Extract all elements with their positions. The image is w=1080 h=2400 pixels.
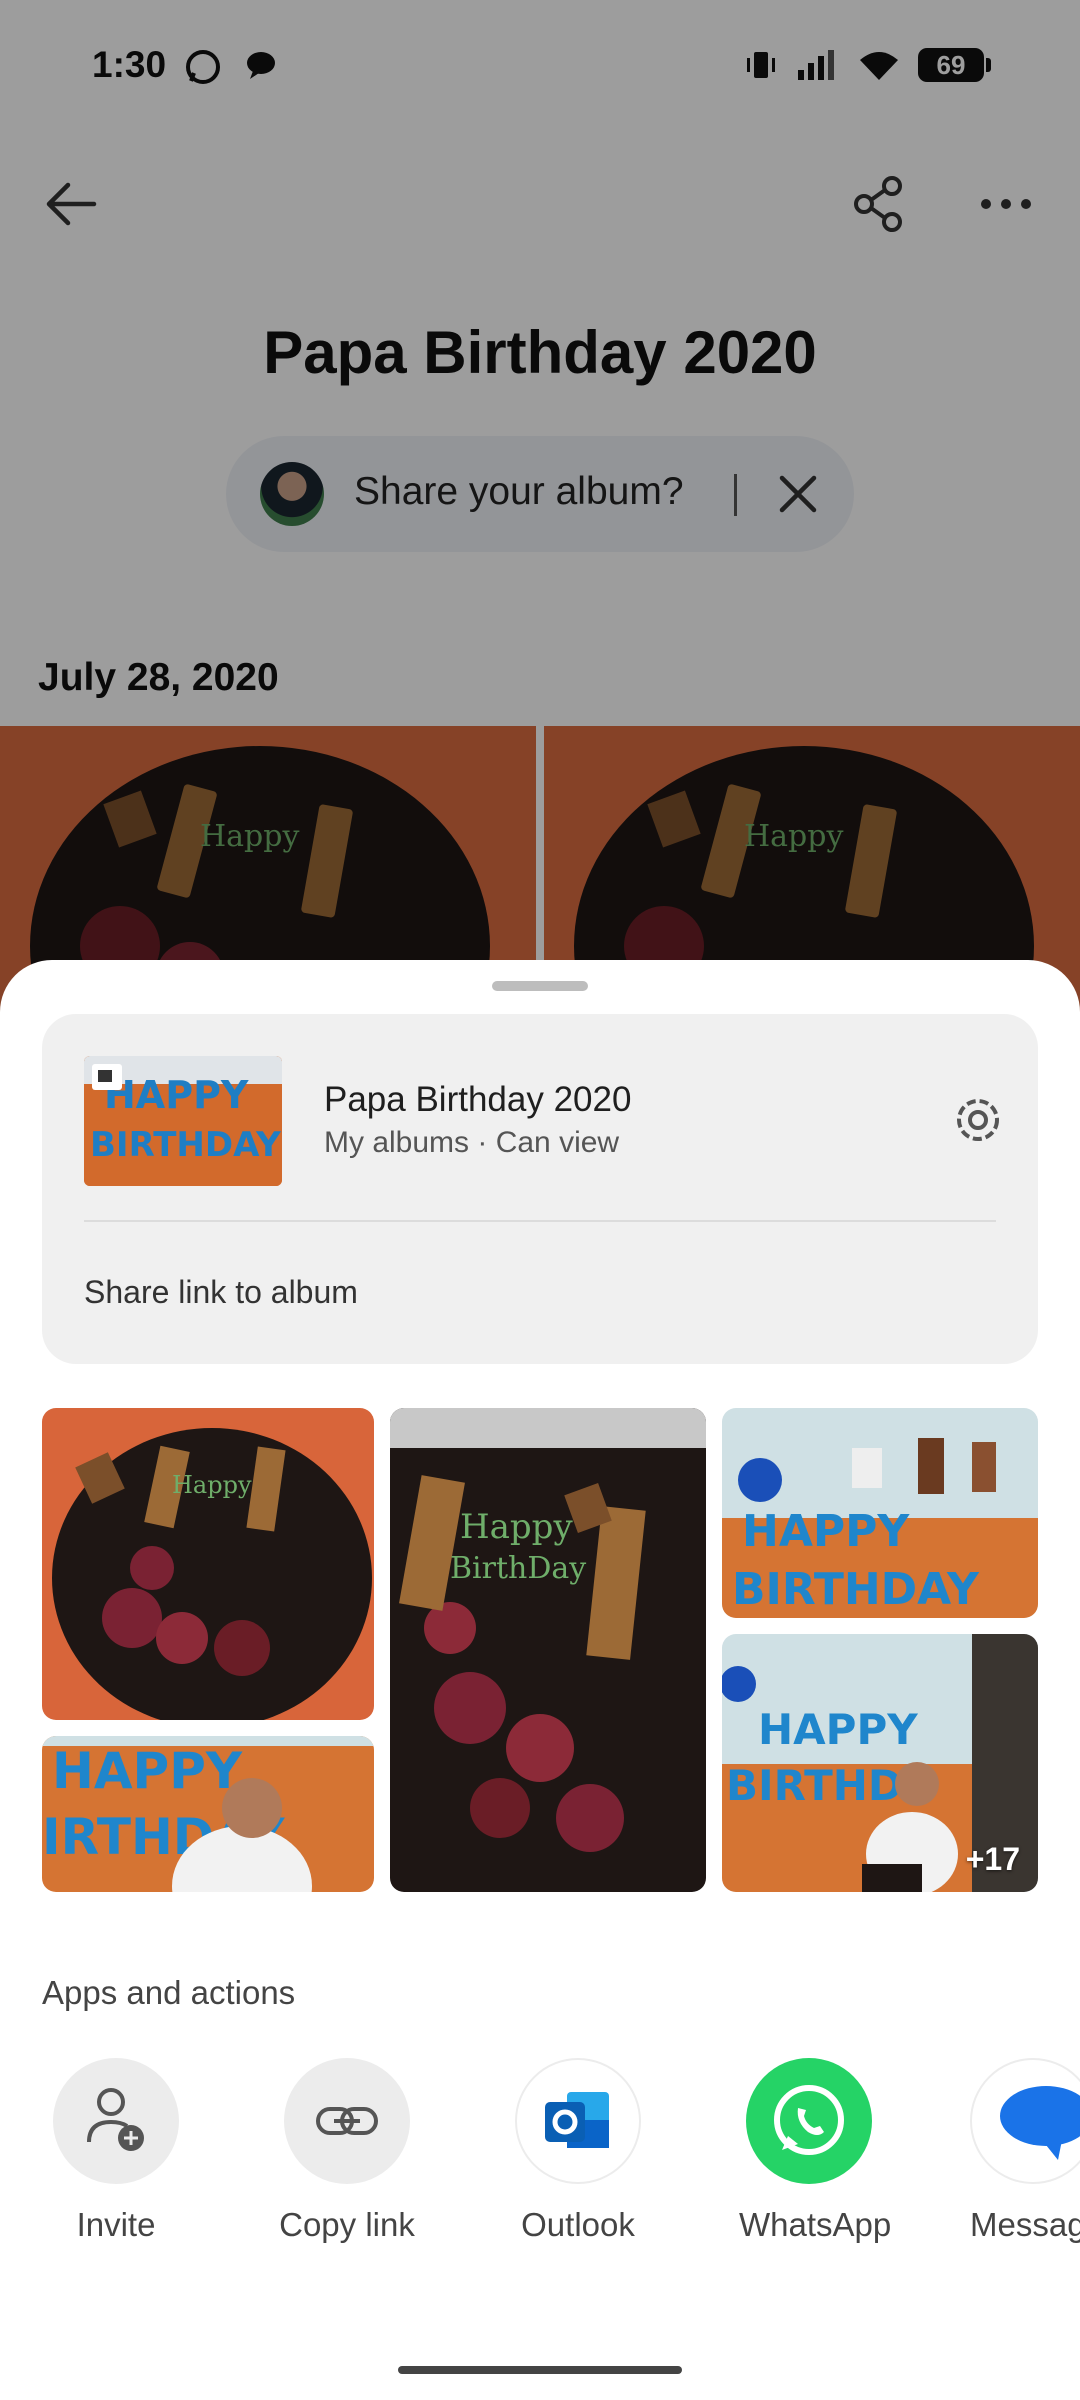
- apps-section-title: Apps and actions: [42, 1974, 296, 2011]
- gear-icon[interactable]: [948, 1090, 1008, 1150]
- svg-text:Happy: Happy: [460, 1507, 573, 1547]
- copy-link-button[interactable]: Copy link: [277, 2058, 417, 2244]
- photo-thumbnail[interactable]: Happy: [42, 1408, 374, 1720]
- drag-handle[interactable]: [492, 981, 588, 991]
- messages-button[interactable]: Messag: [970, 2058, 1080, 2244]
- app-label: Messag: [970, 2206, 1080, 2243]
- share-bottom-sheet: HAPPY BIRTHDAY Papa Birthday 2020 My alb…: [0, 960, 1080, 2400]
- outlook-icon: [515, 2058, 641, 2184]
- svg-text:HAPPY: HAPPY: [104, 1073, 249, 1117]
- gesture-nav-bar[interactable]: [398, 2366, 682, 2374]
- share-link-button[interactable]: Share link to album: [84, 1274, 358, 1311]
- photo-thumbnail[interactable]: HAPPY BIRTHD +17: [722, 1634, 1038, 1892]
- add-person-icon: [53, 2058, 179, 2184]
- svg-text:HAPPY: HAPPY: [742, 1506, 910, 1557]
- svg-text:BIRTHDAY: BIRTHDAY: [90, 1125, 281, 1165]
- album-share-card: HAPPY BIRTHDAY Papa Birthday 2020 My alb…: [42, 1014, 1038, 1364]
- svg-text:BIRTHDAY: BIRTHDAY: [732, 1564, 980, 1615]
- outlook-button[interactable]: Outlook: [508, 2058, 648, 2244]
- app-label: Copy link: [279, 2206, 415, 2243]
- album-subtitle: My albums · Can view: [324, 1126, 620, 1159]
- link-icon: [284, 2058, 410, 2184]
- svg-text:HAPPY: HAPPY: [52, 1742, 243, 1800]
- whatsapp-button[interactable]: WhatsApp: [739, 2058, 892, 2244]
- invite-button[interactable]: Invite: [46, 2058, 186, 2244]
- app-label: Outlook: [521, 2206, 635, 2243]
- svg-text:BIRTHD: BIRTHD: [726, 1761, 903, 1810]
- photo-thumbnail[interactable]: Happy BirthDay: [390, 1408, 706, 1892]
- svg-text:Happy: Happy: [172, 1471, 252, 1499]
- app-label: Invite: [76, 2206, 156, 2243]
- messages-icon: [970, 2058, 1080, 2184]
- more-photos-count: +17: [965, 1841, 1020, 1877]
- photo-thumbnail[interactable]: HAPPY IRTHDAY: [42, 1736, 374, 1892]
- app-label: WhatsApp: [739, 2206, 892, 2243]
- svg-text:BirthDay: BirthDay: [450, 1551, 586, 1586]
- whatsapp-icon: [746, 2058, 872, 2184]
- divider: [84, 1220, 996, 1222]
- svg-text:HAPPY: HAPPY: [758, 1705, 918, 1754]
- album-cover-thumbnail: HAPPY BIRTHDAY: [84, 1056, 282, 1186]
- photo-thumbnail[interactable]: HAPPY BIRTHDAY: [722, 1408, 1038, 1618]
- album-name: Papa Birthday 2020: [324, 1080, 632, 1119]
